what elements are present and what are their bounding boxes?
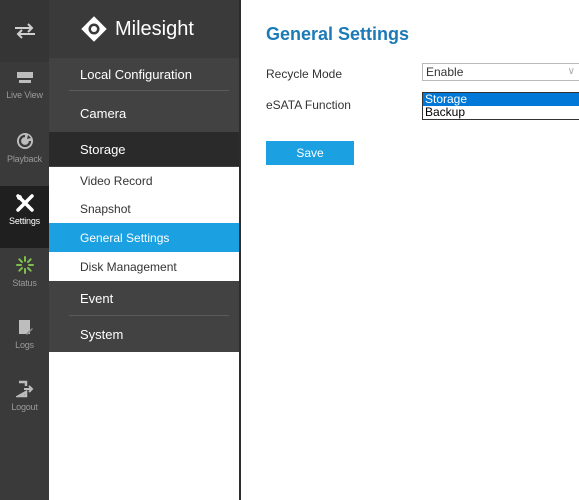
rail-logs[interactable]: Logs <box>0 310 49 372</box>
content-area: General Settings Recycle Mode Enable ∨ e… <box>241 0 579 500</box>
swap-arrows-icon <box>14 23 35 39</box>
logout-icon <box>15 380 33 398</box>
menu-sub-video-record[interactable]: Video Record <box>49 167 239 195</box>
menu-sub-label: General Settings <box>80 230 170 245</box>
menu-system[interactable]: System <box>49 318 239 350</box>
menu-local-configuration[interactable]: Local Configuration <box>49 60 239 88</box>
settings-menu: Milesight Local Configuration Camera Sto… <box>49 0 239 500</box>
monitor-icon <box>16 72 33 83</box>
menu-storage[interactable]: Storage <box>49 132 239 166</box>
menu-camera[interactable]: Camera <box>49 96 239 130</box>
menu-sub-general-settings[interactable]: General Settings <box>49 223 239 252</box>
playback-icon <box>16 133 33 149</box>
status-icon <box>15 256 34 274</box>
rail-playback[interactable]: Playback <box>0 124 49 186</box>
menu-divider <box>69 315 229 316</box>
menu-sub-label: Video Record <box>80 174 153 188</box>
brand-header: Milesight <box>49 0 239 58</box>
collapse-toggle[interactable] <box>0 0 49 62</box>
rail-status[interactable]: Status <box>0 248 49 310</box>
rail-logout[interactable]: Logout <box>0 372 49 434</box>
brand-name: Milesight <box>115 17 194 40</box>
page-title: General Settings <box>266 24 410 44</box>
rail-live-view[interactable]: Live View <box>0 62 49 124</box>
chevron-down-icon: ∨ <box>567 66 575 77</box>
recycle-mode-label: Recycle Mode <box>266 67 343 81</box>
rail-label-settings: Settings <box>9 216 40 226</box>
menu-label: Camera <box>80 105 127 121</box>
menu-sub-disk-management[interactable]: Disk Management <box>49 252 239 281</box>
menu-label: Local Configuration <box>80 66 193 82</box>
menu-label: Event <box>80 290 114 306</box>
logs-icon <box>18 320 33 335</box>
esata-option-backup[interactable]: Backup <box>423 106 579 119</box>
rail-label-live-view: Live View <box>6 90 43 100</box>
milesight-logo-icon <box>81 16 107 42</box>
save-button[interactable]: Save <box>266 141 354 165</box>
menu-sub-label: Snapshot <box>80 202 131 216</box>
menu-sub-label: Disk Management <box>80 259 177 274</box>
tools-icon <box>15 194 34 212</box>
rail-settings[interactable]: Settings <box>0 186 49 248</box>
esata-function-dropdown[interactable]: Storage Backup <box>422 92 579 120</box>
rail-label-logout: Logout <box>11 402 38 412</box>
recycle-mode-select[interactable]: Enable ∨ <box>422 63 579 81</box>
menu-divider <box>69 90 229 91</box>
menu-event[interactable]: Event <box>49 282 239 314</box>
rail-label-logs: Logs <box>15 340 34 350</box>
rail-label-status: Status <box>12 278 37 288</box>
rail-label-playback: Playback <box>7 154 42 164</box>
menu-label: Storage <box>80 141 126 157</box>
menu-sub-snapshot[interactable]: Snapshot <box>49 195 239 223</box>
icon-rail: Live View Playback Settings Status Logs … <box>0 0 49 500</box>
esata-function-label: eSATA Function <box>266 98 351 112</box>
recycle-mode-value: Enable <box>426 65 464 79</box>
menu-label: System <box>80 326 124 342</box>
